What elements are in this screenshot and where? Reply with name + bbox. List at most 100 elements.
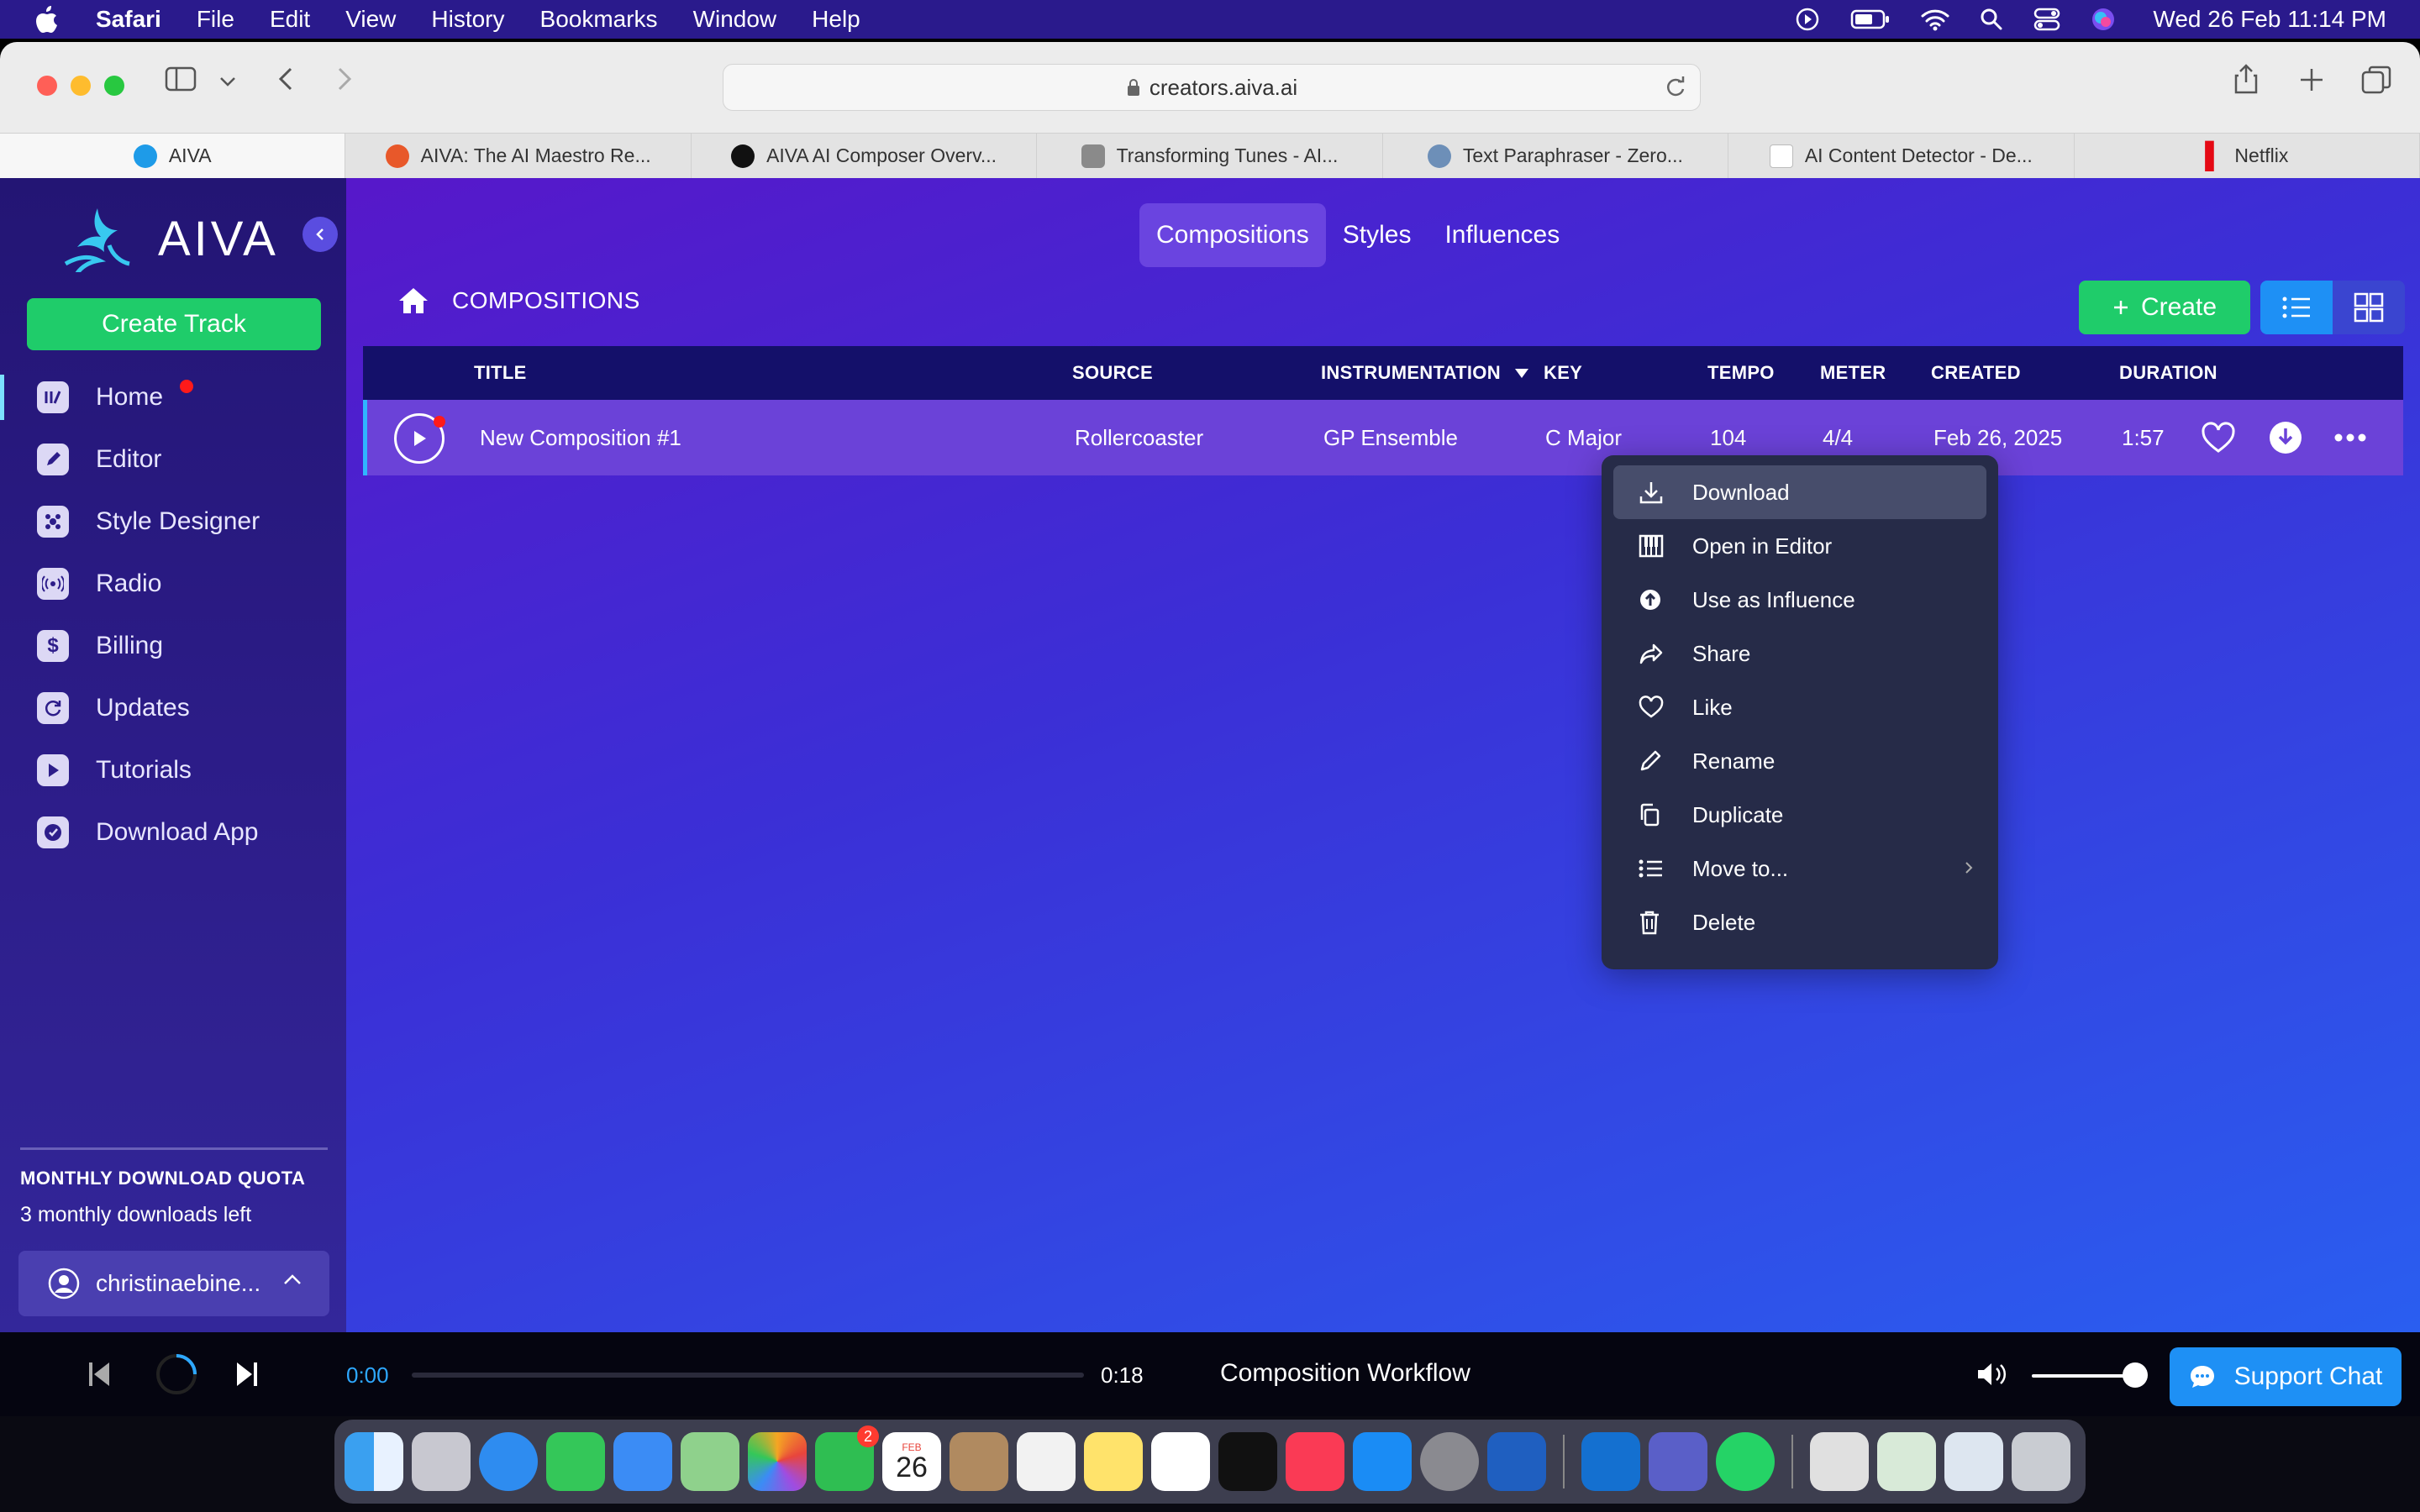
sort-down-icon[interactable] [1514,346,1529,400]
spotlight-search-icon[interactable] [1980,8,2003,31]
menu-item-rename[interactable]: Rename [1613,734,1986,788]
home-breadcrumb-icon[interactable] [397,286,430,316]
user-account-button[interactable]: christinaebine... [18,1251,329,1316]
messages-icon[interactable] [546,1432,605,1491]
column-tempo[interactable]: TEMPO [1707,346,1775,400]
zoom-window-button[interactable] [104,76,124,96]
menu-item-duplicate[interactable]: Duplicate [1613,788,1986,842]
column-duration[interactable]: DURATION [2119,346,2217,400]
previous-track-icon[interactable] [87,1361,111,1388]
column-meter[interactable]: METER [1820,346,1886,400]
sidebar-item-tutorials[interactable]: Tutorials [0,739,346,801]
sidebar-item-home[interactable]: Home [0,366,346,428]
close-window-button[interactable] [37,76,57,96]
menu-edit[interactable]: Edit [270,6,310,33]
sidebar-toggle-icon[interactable] [165,66,198,92]
address-bar[interactable]: creators.aiva.ai [723,64,1701,111]
menu-help[interactable]: Help [812,6,860,33]
create-track-button[interactable]: Create Track [27,298,321,350]
calendar-icon[interactable]: FEB 26 [882,1432,941,1491]
mail-icon[interactable] [613,1432,672,1491]
trash-bin-icon[interactable] [2012,1432,2070,1491]
forward-icon[interactable] [334,66,355,92]
play-button[interactable] [394,413,445,464]
tab-overview-icon[interactable] [2361,66,2391,94]
sidebar-item-download-app[interactable]: Download App [0,801,346,864]
menu-item-use-as-influence[interactable]: Use as Influence [1613,573,1986,627]
menu-window[interactable]: Window [693,6,777,33]
list-view-button[interactable] [2260,281,2333,334]
volume-icon[interactable] [1976,1361,2010,1388]
more-options-icon[interactable] [2333,400,2367,475]
menubar-clock[interactable]: Wed 26 Feb 11:14 PM [2153,6,2386,33]
chevron-down-icon[interactable] [218,76,237,87]
tab-aiva-composer[interactable]: AIVA AI Composer Overv... [691,134,1038,178]
back-icon[interactable] [276,66,296,92]
tab-transforming-tunes[interactable]: Transforming Tunes - AI... [1037,134,1383,178]
tab-aiva-maestro[interactable]: AIVA: The AI Maestro Re... [345,134,692,178]
sidebar-item-updates[interactable]: Updates [0,677,346,739]
menu-item-share[interactable]: Share [1613,627,1986,680]
safari-icon[interactable] [479,1432,538,1491]
freeform-icon[interactable] [1151,1432,1210,1491]
share-icon[interactable] [2233,64,2259,94]
system-settings-icon[interactable] [1420,1432,1479,1491]
now-playing-icon[interactable] [1795,7,1820,32]
launchpad-icon[interactable] [412,1432,471,1491]
column-instrumentation[interactable]: INSTRUMENTATION [1321,346,1501,400]
tab-compositions[interactable]: Compositions [1139,203,1326,267]
music-icon[interactable] [1286,1432,1344,1491]
teams-icon[interactable] [1649,1432,1707,1491]
app-store-icon[interactable] [1353,1432,1412,1491]
menu-item-delete[interactable]: Delete [1613,895,1986,949]
table-row[interactable]: New Composition #1 Rollercoaster GP Ense… [363,400,2403,475]
menu-item-move-to[interactable]: Move to... [1613,842,1986,895]
next-track-icon[interactable] [235,1361,259,1388]
menu-history[interactable]: History [431,6,504,33]
wifi-icon[interactable] [1921,8,1949,31]
sidebar-item-style-designer[interactable]: Style Designer [0,491,346,553]
apple-tv-icon[interactable] [1218,1432,1277,1491]
menu-item-download[interactable]: Download [1613,465,1986,519]
whatsapp-icon[interactable] [1716,1432,1775,1491]
support-chat-button[interactable]: Support Chat [2170,1347,2402,1406]
reload-icon[interactable] [1665,76,1686,98]
tab-aiva[interactable]: AIVA [0,134,346,178]
create-button[interactable]: Create [2079,281,2250,334]
facetime-icon[interactable]: 2 [815,1425,879,1491]
control-center-icon[interactable] [2033,8,2060,31]
composition-title[interactable]: New Composition #1 [480,400,681,475]
column-created[interactable]: CREATED [1931,346,2021,400]
tab-netflix[interactable]: ▌ Netflix [2074,134,2420,178]
volume-knob[interactable] [2123,1362,2148,1388]
collapse-sidebar-button[interactable] [302,217,338,252]
download-circle-icon[interactable] [2268,400,2303,475]
word-icon[interactable] [1487,1432,1546,1491]
menu-view[interactable]: View [345,6,396,33]
menu-file[interactable]: File [197,6,234,33]
siri-icon[interactable] [2091,7,2116,32]
sidebar-item-billing[interactable]: $ Billing [0,615,346,677]
contacts-icon[interactable] [950,1432,1008,1491]
reminders-icon[interactable] [1017,1432,1076,1491]
recent-window-thumbnail-icon[interactable] [1877,1432,1936,1491]
menu-safari[interactable]: Safari [96,6,161,33]
new-tab-icon[interactable] [2299,67,2324,92]
finder-icon[interactable] [345,1432,403,1491]
menu-bookmarks[interactable]: Bookmarks [540,6,658,33]
tab-text-paraphraser[interactable]: Text Paraphraser - Zero... [1382,134,1729,178]
tab-ai-content-detector[interactable]: AI Content Detector - De... [1728,134,2075,178]
sidebar-item-radio[interactable]: Radio [0,553,346,615]
column-source[interactable]: SOURCE [1072,346,1153,400]
volume-slider[interactable] [2032,1362,2148,1388]
heart-icon[interactable] [2201,400,2236,475]
photos-icon[interactable] [748,1432,807,1491]
menu-item-like[interactable]: Like [1613,680,1986,734]
sidebar-item-editor[interactable]: Editor [0,428,346,491]
apple-icon[interactable] [34,5,67,34]
menu-item-open-in-editor[interactable]: Open in Editor [1613,519,1986,573]
battery-icon[interactable] [1850,8,1891,30]
maps-icon[interactable] [681,1432,739,1491]
progress-bar[interactable] [412,1373,1084,1378]
grid-view-button[interactable] [2333,281,2405,334]
